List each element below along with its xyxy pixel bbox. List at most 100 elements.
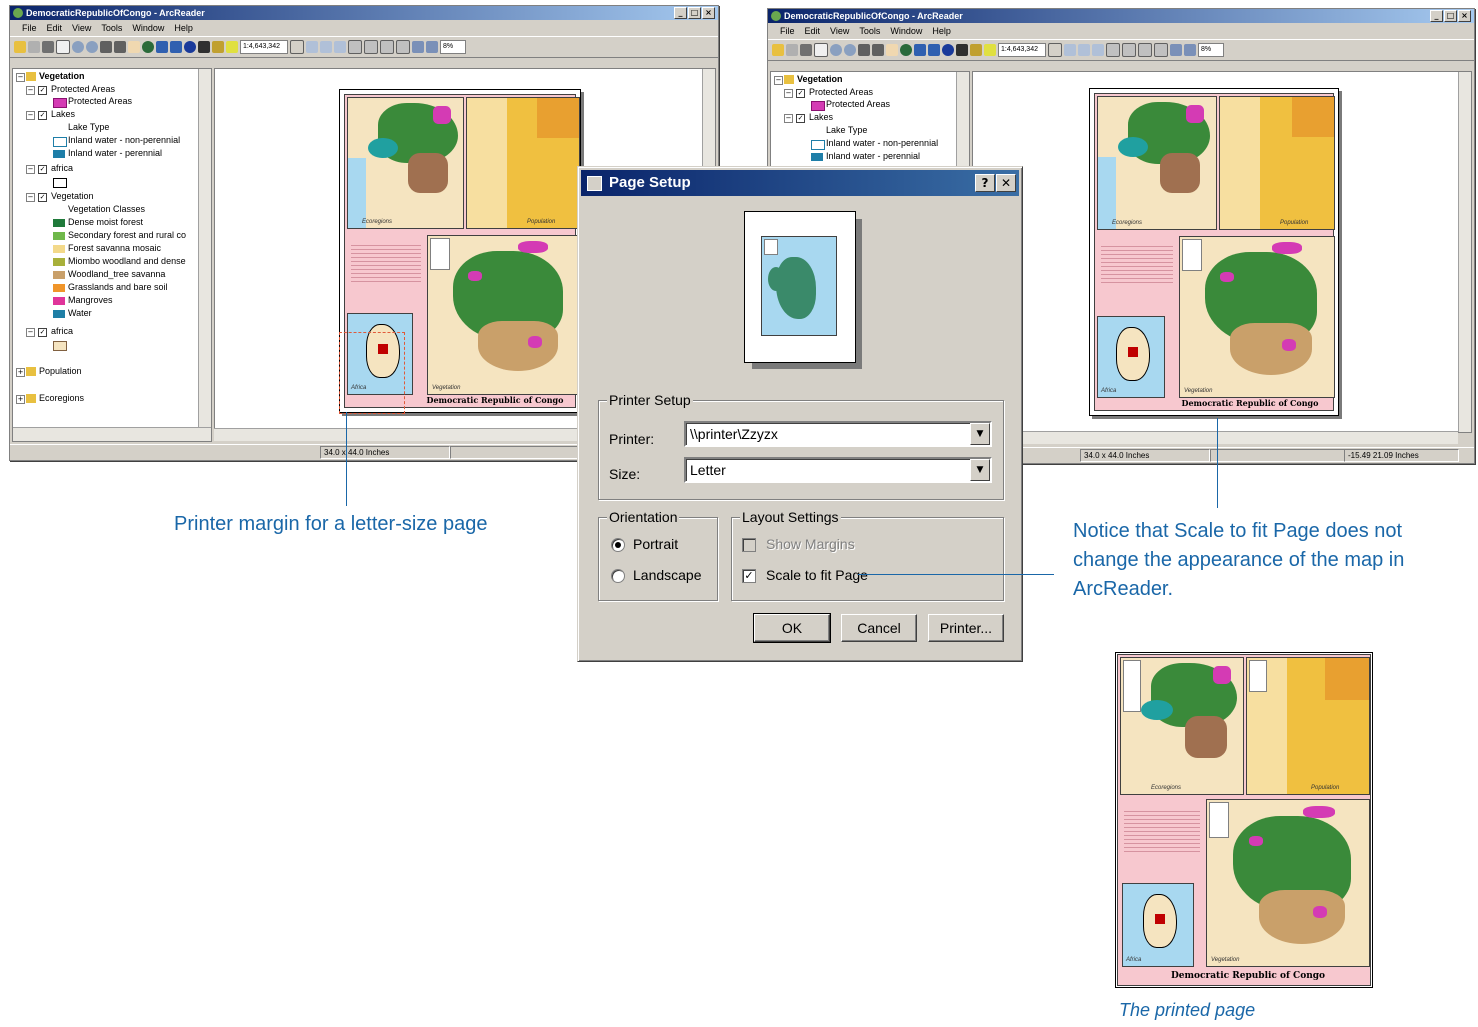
collapse-icon[interactable]: − bbox=[784, 89, 793, 98]
find-icon[interactable] bbox=[198, 41, 210, 53]
layout-forward-icon[interactable] bbox=[1184, 44, 1196, 56]
zoom-in-icon[interactable] bbox=[830, 44, 842, 56]
scale-box[interactable]: 1:4,643,342 bbox=[240, 40, 288, 54]
find-icon[interactable] bbox=[956, 44, 968, 56]
toc-hscrollbar[interactable] bbox=[13, 427, 211, 441]
menu-file[interactable]: File bbox=[780, 24, 795, 38]
menu-edit[interactable]: Edit bbox=[805, 24, 821, 38]
collapse-icon[interactable]: − bbox=[16, 73, 25, 82]
fixed-zoom-layout-out-icon[interactable] bbox=[396, 40, 410, 54]
menu-view[interactable]: View bbox=[72, 21, 91, 35]
open-icon[interactable] bbox=[772, 44, 784, 56]
landscape-label[interactable]: Landscape bbox=[633, 567, 702, 583]
print-icon[interactable] bbox=[42, 41, 54, 53]
show-margins-checkbox[interactable] bbox=[742, 538, 756, 552]
printer-select[interactable]: \\printer\Zzyzx ▼ bbox=[684, 421, 992, 447]
minimize-button[interactable]: _ bbox=[674, 7, 687, 19]
collapse-icon[interactable]: − bbox=[26, 165, 35, 174]
page-setup-icon[interactable] bbox=[814, 43, 828, 57]
toc-layer-protected-areas[interactable]: Protected Areas bbox=[809, 87, 873, 98]
layout-forward-icon[interactable] bbox=[426, 41, 438, 53]
printer-button[interactable]: Printer... bbox=[928, 614, 1004, 642]
menu-tools[interactable]: Tools bbox=[101, 21, 122, 35]
layout-hscroll[interactable] bbox=[972, 431, 1458, 444]
zoom-percent-box[interactable]: 8% bbox=[440, 40, 466, 54]
zoom-whole-page-icon[interactable] bbox=[348, 40, 362, 54]
full-extent-icon[interactable] bbox=[900, 44, 912, 56]
fixed-zoom-layout-in-icon[interactable] bbox=[380, 40, 394, 54]
menu-help[interactable]: Help bbox=[174, 21, 193, 35]
collapse-icon[interactable]: − bbox=[26, 328, 35, 337]
close-button[interactable]: ✕ bbox=[996, 174, 1016, 192]
toc-data-frame-ecoregions[interactable]: Ecoregions bbox=[39, 393, 84, 404]
toc-layer-lakes[interactable]: Lakes bbox=[51, 109, 75, 120]
menu-tools[interactable]: Tools bbox=[859, 24, 880, 38]
scale-box[interactable]: 1:4,643,342 bbox=[998, 43, 1046, 57]
identify-icon[interactable] bbox=[184, 41, 196, 53]
toc-root-vegetation[interactable]: Vegetation bbox=[39, 71, 85, 82]
layer-checkbox[interactable]: ✓ bbox=[38, 328, 47, 337]
close-button[interactable]: × bbox=[702, 7, 715, 19]
minimize-button[interactable]: _ bbox=[1430, 10, 1443, 22]
window-titlebar[interactable]: DemocraticRepublicOfCongo - ArcReader _ … bbox=[10, 6, 718, 20]
chevron-down-icon[interactable]: ▼ bbox=[970, 459, 990, 481]
identify-icon[interactable] bbox=[942, 44, 954, 56]
zoom-whole-page-icon[interactable] bbox=[1106, 43, 1120, 57]
measure-icon[interactable] bbox=[212, 41, 224, 53]
collapse-icon[interactable]: − bbox=[784, 114, 793, 123]
collapse-icon[interactable]: − bbox=[26, 86, 35, 95]
layer-checkbox[interactable]: ✓ bbox=[796, 114, 805, 123]
menu-window[interactable]: Window bbox=[132, 21, 164, 35]
layer-checkbox[interactable]: ✓ bbox=[38, 165, 47, 174]
fixed-zoom-layout-out-icon[interactable] bbox=[1154, 43, 1168, 57]
back-icon[interactable] bbox=[914, 44, 926, 56]
help-button[interactable]: ? bbox=[975, 174, 995, 192]
fixed-zoom-layout-in-icon[interactable] bbox=[1138, 43, 1152, 57]
collapse-icon[interactable]: − bbox=[774, 76, 783, 85]
layout-zoom-in-icon[interactable] bbox=[306, 41, 318, 53]
forward-icon[interactable] bbox=[170, 41, 182, 53]
portrait-label[interactable]: Portrait bbox=[633, 536, 678, 552]
window-titlebar[interactable]: DemocraticRepublicOfCongo - ArcReader _ … bbox=[768, 9, 1474, 23]
show-margins-label[interactable]: Show Margins bbox=[766, 536, 855, 552]
toc-layer-lakes[interactable]: Lakes bbox=[809, 112, 833, 123]
full-extent-icon[interactable] bbox=[142, 41, 154, 53]
zoom-100-icon[interactable] bbox=[1122, 43, 1136, 57]
layout-zoom-out-icon[interactable] bbox=[1078, 44, 1090, 56]
layer-checkbox[interactable]: ✓ bbox=[796, 89, 805, 98]
layout-vscroll[interactable] bbox=[1458, 72, 1471, 432]
size-select[interactable]: Letter ▼ bbox=[684, 457, 992, 483]
zoom-percent-box[interactable]: 8% bbox=[1198, 43, 1224, 57]
layout-pan-icon[interactable] bbox=[334, 41, 346, 53]
scale-dropdown-icon[interactable] bbox=[290, 40, 304, 54]
copy-icon[interactable] bbox=[786, 44, 798, 56]
toc-layer-protected-areas[interactable]: Protected Areas bbox=[51, 84, 115, 95]
layer-checkbox[interactable]: ✓ bbox=[38, 111, 47, 120]
menu-window[interactable]: Window bbox=[890, 24, 922, 38]
copy-icon[interactable] bbox=[28, 41, 40, 53]
menu-edit[interactable]: Edit bbox=[47, 21, 63, 35]
menu-file[interactable]: File bbox=[22, 21, 37, 35]
scale-to-fit-checkbox[interactable]: ✓ bbox=[742, 569, 756, 583]
layout-back-icon[interactable] bbox=[412, 41, 424, 53]
zoom-out-icon[interactable] bbox=[844, 44, 856, 56]
toc-root-vegetation[interactable]: Vegetation bbox=[797, 74, 843, 85]
page-setup-icon[interactable] bbox=[56, 40, 70, 54]
dialog-titlebar[interactable]: Page Setup ? ✕ bbox=[581, 170, 1019, 196]
layer-checkbox[interactable]: ✓ bbox=[38, 193, 47, 202]
menu-help[interactable]: Help bbox=[932, 24, 951, 38]
zoom-in-icon[interactable] bbox=[72, 41, 84, 53]
toc-data-frame-population[interactable]: Population bbox=[39, 366, 82, 377]
toc-layer-africa-2[interactable]: africa bbox=[51, 326, 73, 337]
hyperlink-icon[interactable] bbox=[226, 41, 238, 53]
expand-icon[interactable]: + bbox=[16, 395, 25, 404]
print-icon[interactable] bbox=[800, 44, 812, 56]
maximize-button[interactable]: □ bbox=[688, 7, 701, 19]
back-icon[interactable] bbox=[156, 41, 168, 53]
fixed-zoom-out-icon[interactable] bbox=[872, 44, 884, 56]
scale-to-fit-label[interactable]: Scale to fit Page bbox=[766, 567, 868, 583]
toc-layer-vegetation[interactable]: Vegetation bbox=[51, 191, 94, 202]
toc-layer-africa[interactable]: africa bbox=[51, 163, 73, 174]
ok-button[interactable]: OK bbox=[753, 613, 831, 643]
zoom-100-icon[interactable] bbox=[364, 40, 378, 54]
